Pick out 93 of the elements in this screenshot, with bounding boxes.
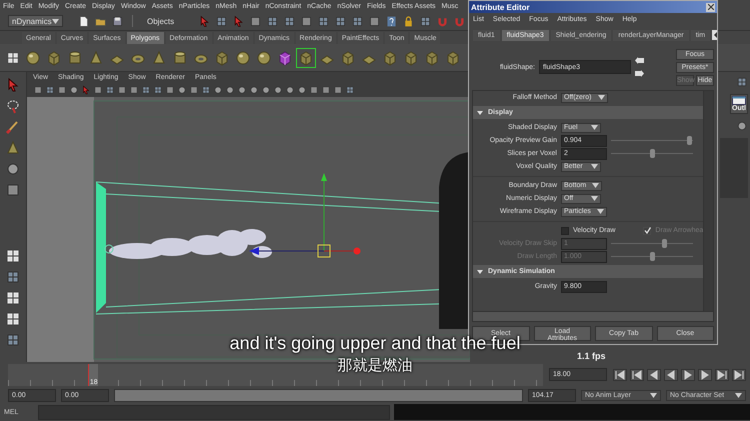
- slider-thumb[interactable]: [650, 149, 655, 158]
- layout-icon[interactable]: [6, 50, 20, 64]
- sphere-icon[interactable]: [177, 84, 187, 94]
- grid-icon[interactable]: [334, 14, 348, 28]
- caret-icon: [735, 392, 742, 398]
- cone-icon[interactable]: [151, 50, 167, 66]
- grid-icon[interactable]: [105, 84, 115, 94]
- step-forward-button[interactable]: [698, 368, 712, 380]
- sphere-icon[interactable]: [235, 50, 251, 66]
- layout-icon[interactable]: [5, 290, 21, 306]
- menu-set-dropdown[interactable]: nDynamics: [8, 15, 63, 27]
- cube-icon[interactable]: [445, 50, 461, 66]
- square-icon[interactable]: [5, 182, 21, 198]
- square-icon[interactable]: [117, 84, 127, 94]
- checkbox[interactable]: [561, 226, 569, 234]
- fps-readout: 1.1 fps: [577, 351, 606, 361]
- layout-icon[interactable]: [5, 311, 21, 327]
- sphere-icon[interactable]: [5, 161, 21, 177]
- step-back-button[interactable]: [647, 368, 661, 380]
- grid-icon[interactable]: [141, 84, 151, 94]
- caret-icon: [598, 95, 604, 100]
- cube-icon[interactable]: [424, 50, 440, 66]
- grid-icon[interactable]: [266, 14, 280, 28]
- cube-icon[interactable]: [403, 50, 419, 66]
- square-icon[interactable]: [300, 14, 314, 28]
- play-forward-button[interactable]: [681, 368, 695, 380]
- square-icon[interactable]: [368, 14, 382, 28]
- play-backward-button[interactable]: [664, 368, 678, 380]
- command-line-field[interactable]: [38, 404, 390, 420]
- caret-icon: [591, 164, 598, 169]
- caret-icon: [650, 392, 657, 398]
- square-icon[interactable]: [333, 84, 343, 94]
- grid-icon[interactable]: [5, 332, 21, 348]
- sphere-icon[interactable]: [25, 50, 41, 66]
- grid-icon[interactable]: [201, 84, 211, 94]
- cursor-icon[interactable]: [81, 84, 91, 94]
- cube-icon[interactable]: [382, 50, 398, 66]
- help-icon[interactable]: [385, 14, 398, 28]
- square-icon[interactable]: [165, 84, 175, 94]
- save-icon[interactable]: [111, 14, 124, 28]
- window-icon: [732, 96, 746, 105]
- grid-icon[interactable]: [345, 84, 355, 94]
- caret-icon: [596, 209, 604, 214]
- step-back-key-button[interactable]: [630, 368, 644, 380]
- sphere-icon[interactable]: [256, 50, 272, 66]
- cube-icon[interactable]: [298, 50, 314, 66]
- cursor-icon[interactable]: [198, 14, 212, 28]
- cube-icon[interactable]: [277, 50, 293, 66]
- slider-thumb[interactable]: [686, 136, 692, 145]
- close-button[interactable]: [706, 2, 715, 12]
- grid-icon[interactable]: [419, 14, 432, 28]
- step-forward-key-button[interactable]: [715, 368, 729, 380]
- grid-icon[interactable]: [215, 14, 228, 28]
- vertical-scrollbar[interactable]: [703, 91, 713, 311]
- grid-icon[interactable]: [317, 14, 330, 28]
- grid-icon[interactable]: [351, 14, 364, 28]
- arrow-left-icon[interactable]: [635, 57, 644, 64]
- cube-icon[interactable]: [46, 50, 62, 66]
- caret-icon: [52, 18, 59, 24]
- square-icon[interactable]: [321, 84, 331, 94]
- arrow-right-icon[interactable]: [635, 70, 644, 77]
- grid-icon[interactable]: [736, 76, 748, 88]
- document-icon[interactable]: [77, 14, 90, 28]
- square-icon[interactable]: [189, 84, 199, 94]
- cone-icon[interactable]: [5, 140, 21, 156]
- square-icon[interactable]: [129, 84, 139, 94]
- window-title: Attribute Editor: [471, 2, 530, 12]
- go-to-end-button[interactable]: [732, 368, 746, 380]
- square-icon[interactable]: [309, 84, 319, 94]
- cube-icon[interactable]: [214, 50, 230, 66]
- caret-icon: [591, 196, 598, 201]
- grid-icon[interactable]: [283, 14, 296, 28]
- cylinder-icon[interactable]: [172, 50, 188, 66]
- grid-icon[interactable]: [153, 84, 163, 94]
- square-icon[interactable]: [93, 84, 103, 94]
- horizontal-scrollbar[interactable]: [473, 311, 713, 321]
- cube-icon[interactable]: [340, 50, 356, 66]
- cursor-icon[interactable]: [232, 14, 246, 28]
- cylinder-icon[interactable]: [67, 50, 83, 66]
- sphere-icon[interactable]: [736, 120, 748, 132]
- caret-icon: [591, 125, 598, 130]
- caret-icon: [592, 183, 600, 188]
- grid-icon[interactable]: [5, 269, 21, 285]
- sphere-icon[interactable]: [69, 84, 79, 94]
- grid-icon[interactable]: [45, 84, 55, 94]
- square-icon[interactable]: [33, 84, 43, 94]
- selection-mode-label: Objects: [147, 16, 174, 26]
- layout-icon[interactable]: [5, 248, 21, 264]
- go-to-start-button[interactable]: [613, 368, 627, 380]
- square-icon[interactable]: [249, 14, 262, 28]
- cone-icon[interactable]: [88, 50, 104, 66]
- square-icon[interactable]: [57, 84, 67, 94]
- lasso-icon[interactable]: [5, 98, 21, 114]
